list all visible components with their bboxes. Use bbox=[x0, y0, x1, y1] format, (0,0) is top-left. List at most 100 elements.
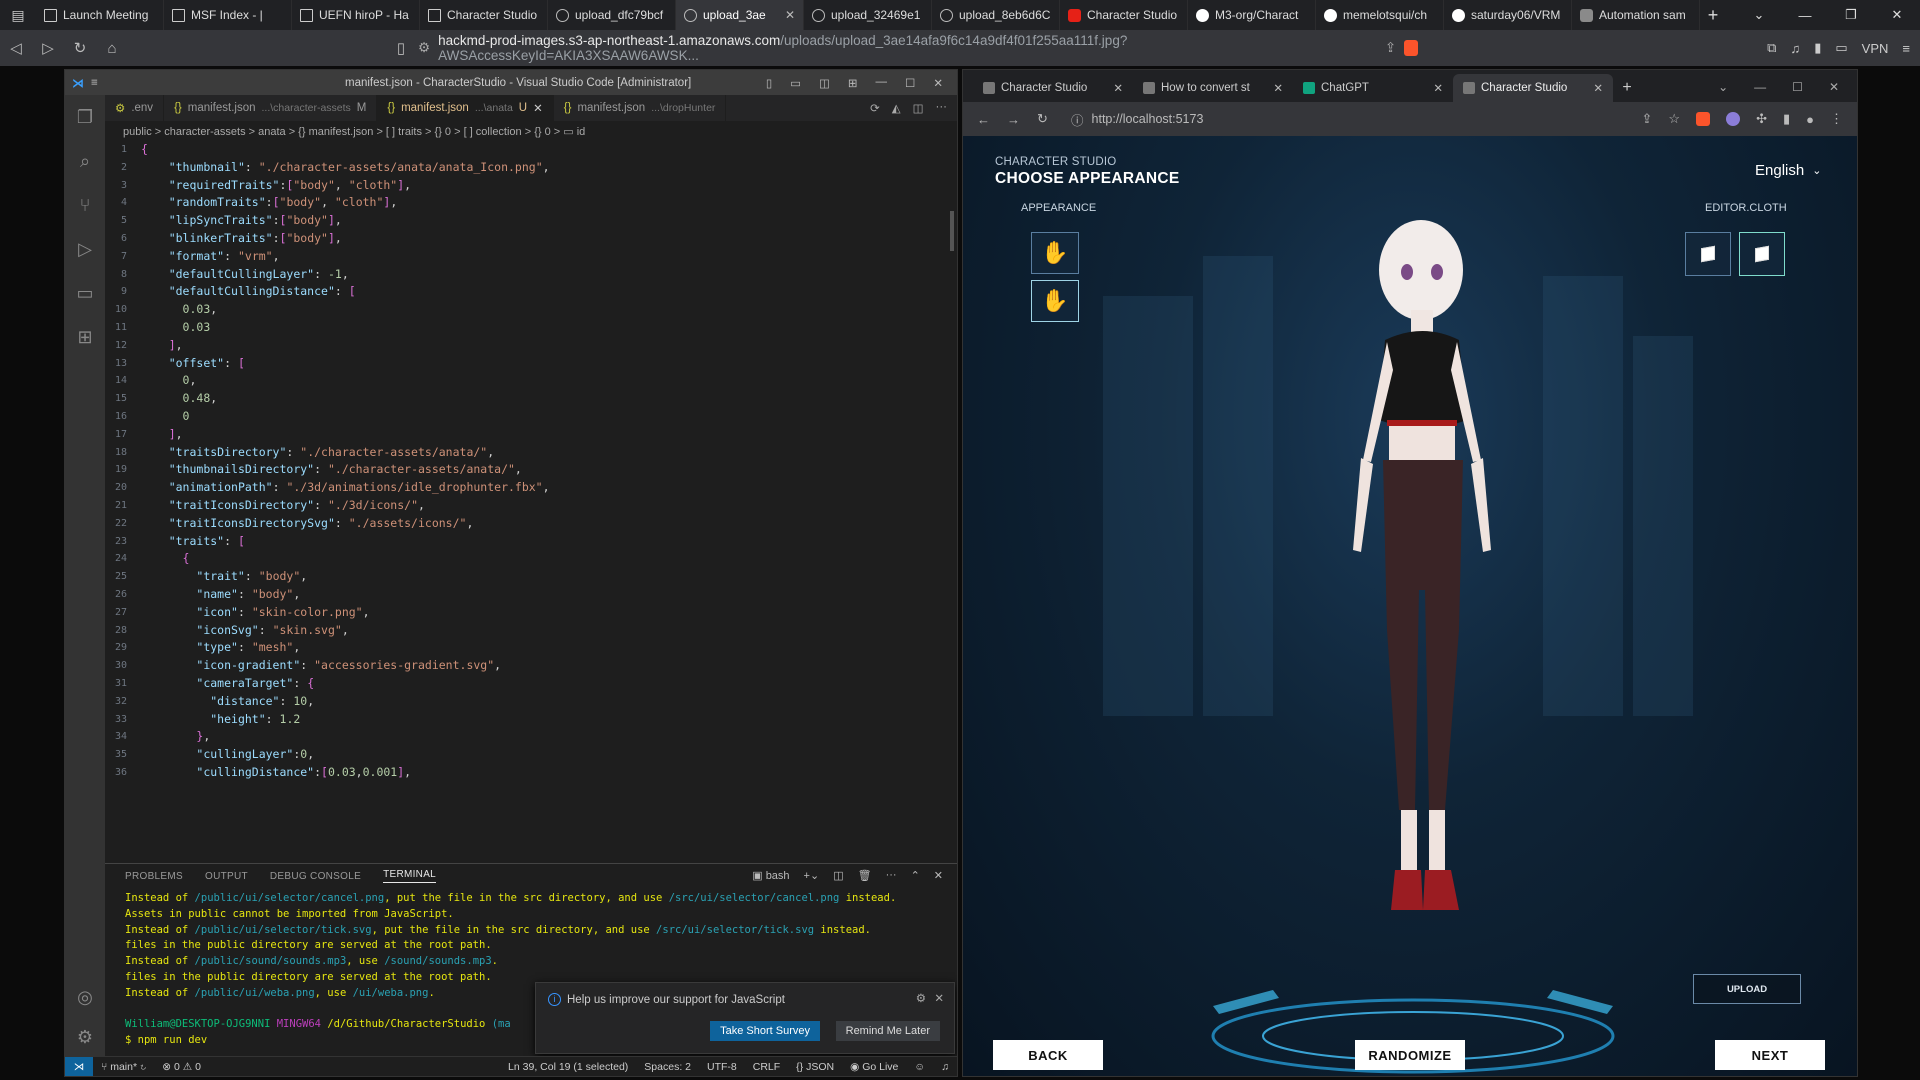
upload-button[interactable]: UPLOAD bbox=[1693, 974, 1801, 1004]
code-editor[interactable]: 1{2 "thumbnail": "./character-assets/ana… bbox=[105, 141, 947, 861]
close-tab-icon[interactable]: ✕ bbox=[1433, 81, 1443, 95]
maximize-icon[interactable]: ☐ bbox=[905, 76, 915, 90]
outer-tab[interactable]: Character Studio bbox=[420, 0, 548, 30]
close-tab-icon[interactable]: ✕ bbox=[785, 8, 795, 22]
problems-status[interactable]: ⊗ 0 ⚠ 0 bbox=[154, 1061, 209, 1073]
minimize-icon[interactable]: — bbox=[876, 76, 888, 90]
outer-tab[interactable]: saturday06/VRM bbox=[1444, 0, 1572, 30]
new-tab-icon[interactable]: + bbox=[1613, 74, 1641, 102]
kebab-menu-icon[interactable]: ⋮ bbox=[1830, 111, 1843, 127]
close-icon[interactable]: ✕ bbox=[933, 76, 943, 90]
profile-icon[interactable]: ● bbox=[1806, 112, 1814, 127]
remote-explorer-icon[interactable]: ▭ bbox=[65, 271, 105, 315]
notifications-bell-icon[interactable]: ♫ bbox=[933, 1061, 957, 1073]
layout-split-icon[interactable]: ◫ bbox=[819, 76, 830, 90]
back-arrow-icon[interactable]: ← bbox=[977, 112, 990, 127]
reload-icon[interactable]: ↻ bbox=[64, 39, 96, 57]
inner-tab[interactable]: ChatGPT ✕ bbox=[1293, 74, 1453, 102]
panel-tab-debug-console[interactable]: DEBUG CONSOLE bbox=[270, 871, 361, 882]
bookmark-icon[interactable]: ▯ bbox=[385, 39, 417, 57]
appearance-tool-button-selected[interactable]: ✋ bbox=[1031, 280, 1079, 322]
close-icon[interactable]: ✕ bbox=[1874, 7, 1920, 23]
layout-sidebar-icon[interactable]: ▯ bbox=[766, 76, 772, 90]
panel-tab-problems[interactable]: PROBLEMS bbox=[125, 871, 183, 882]
cloth-option-button[interactable] bbox=[1685, 232, 1731, 276]
terminal-shell-selector[interactable]: ▣ bash bbox=[752, 869, 789, 882]
browser-sidebar-icon[interactable]: ▤ bbox=[0, 0, 36, 30]
sidebar-icon[interactable]: ▮ bbox=[1814, 40, 1821, 56]
tab-search-icon[interactable]: ⌄ bbox=[1736, 7, 1782, 23]
more-actions-icon[interactable]: ··· bbox=[936, 101, 948, 115]
tab-search-icon[interactable]: ⌄ bbox=[1718, 80, 1728, 94]
more-actions-icon[interactable]: ··· bbox=[886, 869, 897, 882]
explorer-icon[interactable]: ❐ bbox=[65, 95, 105, 139]
outer-tab[interactable]: upload_32469e1 bbox=[804, 0, 932, 30]
extensions-icon[interactable]: ⊞ bbox=[65, 315, 105, 359]
forward-arrow-icon[interactable]: → bbox=[1007, 112, 1020, 127]
editor-tab[interactable]: {} manifest.json ...\dropHunter bbox=[554, 95, 727, 121]
split-editor-icon[interactable]: ◫ bbox=[913, 101, 924, 115]
outer-tab[interactable]: upload_8eb6d6C bbox=[932, 0, 1060, 30]
split-terminal-icon[interactable]: ◫ bbox=[833, 869, 843, 882]
restore-icon[interactable]: ❐ bbox=[1828, 7, 1874, 23]
notification-settings-icon[interactable]: ⚙ bbox=[916, 991, 926, 1005]
next-button[interactable]: NEXT bbox=[1715, 1040, 1825, 1070]
brave-shield-icon[interactable] bbox=[1404, 40, 1418, 56]
remind-later-button[interactable]: Remind Me Later bbox=[835, 1021, 940, 1041]
sidepanel-icon[interactable]: ▮ bbox=[1783, 111, 1790, 127]
maximize-panel-icon[interactable]: ⌃ bbox=[911, 869, 920, 882]
branch-status[interactable]: ⑂ main* ↻ bbox=[93, 1061, 154, 1073]
inner-tab[interactable]: Character Studio ✕ bbox=[1453, 74, 1613, 102]
editor-tab[interactable]: {} manifest.json ...\anata U ✕ bbox=[377, 95, 554, 121]
site-settings-icon[interactable]: ⚙ bbox=[418, 40, 430, 56]
sync-icon[interactable]: ⟳ bbox=[870, 101, 880, 115]
editor-scrollbar[interactable] bbox=[947, 141, 957, 861]
minimize-icon[interactable]: — bbox=[1754, 80, 1766, 94]
new-tab-icon[interactable]: + bbox=[1700, 0, 1726, 30]
new-terminal-icon[interactable]: +⌄ bbox=[804, 869, 820, 882]
take-survey-button[interactable]: Take Short Survey bbox=[710, 1021, 820, 1041]
indentation-status[interactable]: Spaces: 2 bbox=[636, 1061, 699, 1073]
minimize-icon[interactable]: — bbox=[1782, 8, 1828, 23]
outer-tab[interactable]: M3-org/Charact bbox=[1188, 0, 1316, 30]
language-mode[interactable]: {} JSON bbox=[788, 1061, 842, 1073]
appearance-tool-button[interactable]: ✋ bbox=[1031, 232, 1079, 274]
settings-gear-icon[interactable]: ⚙ bbox=[65, 1015, 105, 1059]
close-icon[interactable]: ✕ bbox=[1829, 80, 1839, 94]
cloth-option-button-selected[interactable] bbox=[1739, 232, 1785, 276]
go-live-button[interactable]: ◉ Go Live bbox=[842, 1061, 906, 1073]
inner-tab[interactable]: How to convert st ✕ bbox=[1133, 74, 1293, 102]
wallet-icon[interactable]: ▭ bbox=[1835, 40, 1847, 56]
puzzle-icon[interactable]: ✣ bbox=[1756, 111, 1767, 127]
kill-terminal-icon[interactable]: 🗑 bbox=[858, 869, 872, 882]
character-model[interactable] bbox=[1303, 210, 1543, 970]
outer-tab[interactable]: Automation sam bbox=[1572, 0, 1700, 30]
forward-arrow-icon[interactable]: ▷ bbox=[32, 39, 64, 57]
outer-tab[interactable]: Character Studio bbox=[1060, 0, 1188, 30]
outer-tab[interactable]: upload_dfc79bcf bbox=[548, 0, 676, 30]
git-compare-icon[interactable]: ◭ bbox=[892, 101, 901, 115]
home-icon[interactable]: ⌂ bbox=[96, 40, 128, 57]
editor-tab[interactable]: ⚙ .env bbox=[105, 95, 165, 121]
maximize-icon[interactable]: ☐ bbox=[1792, 80, 1803, 94]
eol-status[interactable]: CRLF bbox=[745, 1061, 788, 1073]
notification-close-icon[interactable]: ✕ bbox=[934, 991, 944, 1005]
close-tab-icon[interactable]: ✕ bbox=[1593, 81, 1603, 95]
outer-tab[interactable]: upload_3ae ✕ bbox=[676, 0, 804, 30]
close-tab-icon[interactable]: ✕ bbox=[1273, 81, 1283, 95]
metamask-icon[interactable] bbox=[1696, 112, 1711, 126]
customize-layout-icon[interactable]: ⊞ bbox=[848, 76, 858, 90]
inner-tab[interactable]: Character Studio ✕ bbox=[973, 74, 1133, 102]
cursor-position[interactable]: Ln 39, Col 19 (1 selected) bbox=[500, 1061, 636, 1073]
breadcrumb[interactable]: public > character-assets > anata > {} m… bbox=[105, 121, 957, 141]
panel-tab-output[interactable]: OUTPUT bbox=[205, 871, 248, 882]
close-panel-icon[interactable]: ✕ bbox=[934, 869, 943, 882]
share-icon[interactable]: ⇪ bbox=[1385, 40, 1396, 56]
close-tab-icon[interactable]: ✕ bbox=[1113, 81, 1123, 95]
layout-panel-icon[interactable]: ▭ bbox=[790, 76, 801, 90]
outer-tab[interactable]: MSF Index - | bbox=[164, 0, 292, 30]
menu-icon[interactable]: ≡ bbox=[1902, 41, 1910, 56]
close-tab-icon[interactable]: ✕ bbox=[533, 101, 543, 115]
share-icon[interactable]: ⇪ bbox=[1642, 111, 1653, 127]
back-button[interactable]: BACK bbox=[993, 1040, 1103, 1070]
